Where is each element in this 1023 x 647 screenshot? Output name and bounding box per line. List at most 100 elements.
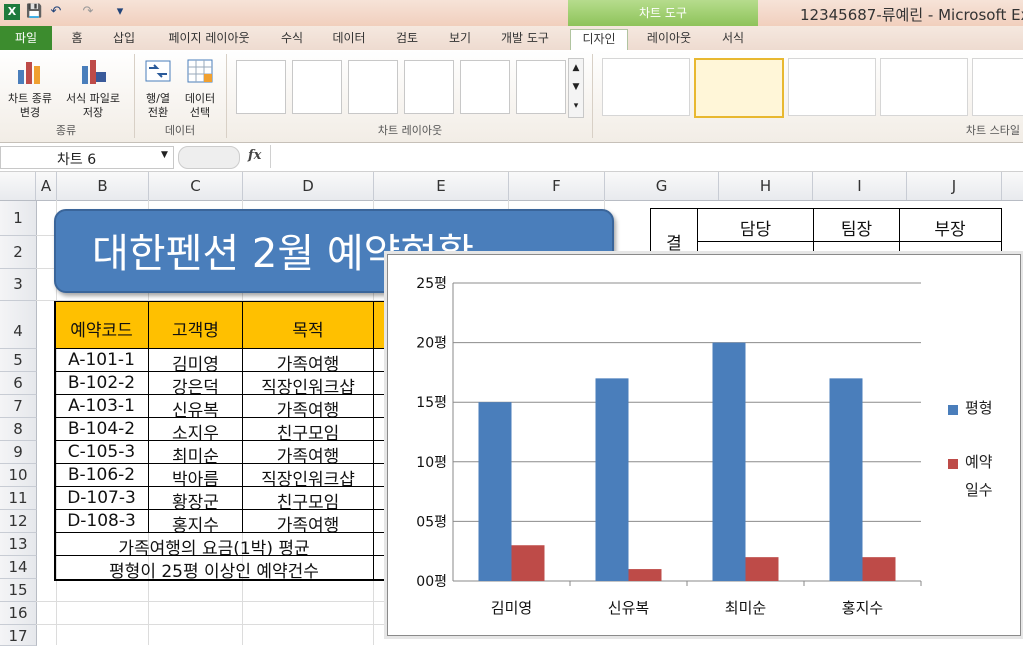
column-header-j[interactable]: J xyxy=(907,172,1002,200)
row-header[interactable]: 1 xyxy=(0,201,37,236)
column-header-i[interactable]: I xyxy=(813,172,907,200)
switch-row-column-label: 행/열 전환 xyxy=(146,92,170,119)
table-border xyxy=(148,301,149,533)
y-tick-label: 00평 xyxy=(416,574,447,590)
table-header: 고객명 xyxy=(172,321,219,341)
undo-icon[interactable]: ↶ xyxy=(48,4,64,20)
tab-review[interactable]: 검토 xyxy=(384,29,430,50)
redo-icon[interactable]: ↷ xyxy=(80,4,96,20)
column-header-h[interactable]: H xyxy=(719,172,813,200)
chart-style-1[interactable] xyxy=(602,58,690,116)
row-header[interactable]: 17 xyxy=(0,625,37,646)
y-tick-label: 05평 xyxy=(416,514,447,530)
chart-layout-1[interactable] xyxy=(236,60,286,114)
row-header[interactable]: 4 xyxy=(0,301,37,349)
legend-swatch-예약일수 xyxy=(948,459,958,469)
column-header-e[interactable]: E xyxy=(374,172,509,200)
tab-design[interactable]: 디자인 xyxy=(570,29,628,51)
row-header[interactable]: 9 xyxy=(0,441,37,464)
bar-예약일수-김미영 xyxy=(511,545,545,581)
tab-formulas[interactable]: 수식 xyxy=(272,29,312,50)
chart-plot: 00평 05평 10평 15평 20평 25평김미영 신유복 최미순 홍지수 xyxy=(416,276,922,617)
select-all-corner[interactable] xyxy=(0,172,36,200)
name-box-dropdown-icon[interactable]: ▼ xyxy=(161,150,168,160)
row-header[interactable]: 12 xyxy=(0,510,37,533)
row-header[interactable]: 13 xyxy=(0,533,37,556)
column-header-b[interactable]: B xyxy=(57,172,149,200)
gridline xyxy=(36,601,386,602)
tab-file[interactable]: 파일 xyxy=(0,26,52,50)
tab-data[interactable]: 데이터 xyxy=(322,29,376,50)
chart-layout-2[interactable] xyxy=(292,60,342,114)
chart-tools-label: 차트 도구 xyxy=(568,0,758,26)
table-border xyxy=(373,301,374,581)
y-tick-label: 10평 xyxy=(416,455,447,471)
row-header[interactable]: 8 xyxy=(0,418,37,441)
table-cell: A-101-1 xyxy=(68,350,135,370)
row-header[interactable]: 2 xyxy=(0,236,37,269)
tab-page-layout[interactable]: 페이지 레이아웃 xyxy=(154,29,264,50)
y-tick-label: 25평 xyxy=(416,276,447,292)
group-type-label: 종류 xyxy=(55,124,77,137)
switch-row-column-button[interactable]: 행/열 전환 xyxy=(138,56,178,120)
table-border xyxy=(54,394,387,395)
row-header[interactable]: 11 xyxy=(0,487,37,510)
tab-home[interactable]: 홈 xyxy=(62,29,92,50)
select-data-button[interactable]: 데이터 선택 xyxy=(180,56,220,120)
row-header[interactable]: 15 xyxy=(0,579,37,602)
table-border xyxy=(54,417,387,418)
insert-function-icon[interactable]: fx xyxy=(248,148,261,163)
tab-format[interactable]: 서식 xyxy=(710,29,756,50)
x-tick-label: 홍지수 xyxy=(842,599,883,617)
chart-style-4[interactable] xyxy=(880,58,968,116)
formula-input[interactable] xyxy=(270,145,1023,168)
row-header[interactable]: 16 xyxy=(0,602,37,625)
group-layouts-label: 차트 레이아웃 xyxy=(377,124,443,137)
layout-gallery-scroll[interactable]: ▲ ▼ ▾ xyxy=(568,58,584,118)
column-header-f[interactable]: F xyxy=(509,172,605,200)
quick-access-customize-icon[interactable]: ▾ xyxy=(112,4,128,20)
excel-logo-icon: X xyxy=(4,4,20,20)
tab-view[interactable]: 보기 xyxy=(438,29,482,50)
group-separator xyxy=(592,54,593,138)
column-header-g[interactable]: G xyxy=(605,172,719,200)
column-header-d[interactable]: D xyxy=(243,172,374,200)
chart-style-5[interactable] xyxy=(972,58,1023,116)
legend-swatch-평형 xyxy=(948,405,958,415)
chart-style-2-selected[interactable] xyxy=(694,58,784,118)
bar-예약일수-홍지수 xyxy=(862,557,896,581)
chart-style-3[interactable] xyxy=(788,58,876,116)
tab-insert[interactable]: 삽입 xyxy=(104,29,144,50)
row-header[interactable]: 10 xyxy=(0,464,37,487)
chart-layout-4[interactable] xyxy=(404,60,454,114)
save-icon[interactable]: 💾 xyxy=(26,4,42,20)
table-border xyxy=(54,301,387,302)
row-header[interactable]: 3 xyxy=(0,269,37,301)
row-header[interactable]: 7 xyxy=(0,395,37,418)
column-header-c[interactable]: C xyxy=(149,172,243,200)
chart-layout-6[interactable] xyxy=(516,60,566,114)
table-border xyxy=(54,486,387,487)
table-border xyxy=(54,579,387,581)
change-chart-type-button[interactable]: 차트 종류 변경 xyxy=(2,56,58,120)
table-header: 목적 xyxy=(292,321,324,341)
tab-layout[interactable]: 레이아웃 xyxy=(636,29,702,50)
table-cell: B-106-2 xyxy=(67,465,136,485)
column-header-a[interactable]: A xyxy=(36,172,57,200)
embedded-chart[interactable]: 00평 05평 10평 15평 20평 25평 김미영 신유복 최미순 홍지수 평형 예약 일수 xyxy=(387,254,1021,636)
name-box[interactable]: 차트 6 ▼ xyxy=(0,146,174,169)
bar-평형-최미순 xyxy=(712,342,746,581)
chart-layout-5[interactable] xyxy=(460,60,510,114)
row-header[interactable]: 6 xyxy=(0,372,37,395)
approval-divider xyxy=(697,241,1001,242)
chart-layout-3[interactable] xyxy=(348,60,398,114)
group-data-label: 데이터 xyxy=(164,124,196,137)
save-as-template-label: 서식 파일로 저장 xyxy=(65,92,121,119)
table-border xyxy=(242,301,243,533)
save-as-template-button[interactable]: 서식 파일로 저장 xyxy=(60,56,126,120)
formula-bar-toggle[interactable] xyxy=(178,146,240,169)
table-cell: D-108-3 xyxy=(67,511,136,531)
tab-developer[interactable]: 개발 도구 xyxy=(490,29,560,50)
row-header[interactable]: 5 xyxy=(0,349,37,372)
row-header[interactable]: 14 xyxy=(0,556,37,579)
